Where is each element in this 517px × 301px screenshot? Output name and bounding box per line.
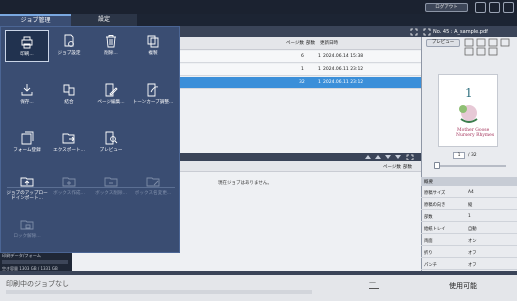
form-register-button[interactable]: フォーム登録 [5, 127, 49, 159]
printer-status: 使用可能 [449, 282, 477, 290]
detail-row: 部数 1 [421, 211, 517, 222]
print-button[interactable]: 印刷... [5, 30, 49, 62]
page-total: / 32 [468, 153, 477, 158]
sort-arrows-icon[interactable] [364, 154, 416, 160]
unlock-icon [20, 220, 34, 230]
thumbnail-illustration-icon: 1 Mother Goose Nursery Rhymes [456, 86, 495, 138]
detail-row: 折り オフ [421, 247, 517, 258]
col-copies: 部数 [403, 165, 412, 170]
logout-button[interactable]: ログアウト [425, 3, 468, 12]
collapse-icon[interactable] [423, 28, 431, 36]
job-settings-button[interactable]: ジョブ設定 [47, 30, 91, 62]
status-bar-divider [0, 271, 517, 275]
print-icon [21, 36, 33, 49]
details-header: 概要 [421, 177, 517, 186]
status-placeholder: — [369, 278, 376, 286]
page-edit-icon [105, 83, 118, 97]
tone-curve-icon [147, 83, 159, 97]
print-progress-bar [6, 290, 312, 294]
box-rename-icon [146, 177, 160, 187]
page-slider-handle[interactable] [434, 162, 440, 169]
trash-icon [106, 35, 116, 48]
page-thumbnail: 1 Mother Goose Nursery Rhymes [438, 74, 498, 147]
detail-row: パンチ オフ [421, 259, 517, 270]
box-rename-button[interactable]: ボックス名変更... [131, 170, 175, 202]
job-settings-icon [64, 34, 74, 47]
svg-text:1: 1 [465, 86, 473, 100]
box-delete-button[interactable]: ボックス削除... [89, 170, 133, 202]
info-icon[interactable] [503, 2, 514, 13]
user-icon[interactable] [475, 2, 486, 13]
storage-label: 印刷データ/フォーム [2, 253, 41, 258]
document-title: No. 45 : A_sample.pdf [433, 29, 488, 35]
preview-toolbar[interactable] [464, 38, 516, 56]
detail-row: 両面 オン [421, 235, 517, 246]
help-icon[interactable] [489, 2, 500, 13]
tab-settings[interactable]: 設定 [71, 14, 137, 26]
empty-message: 現在ジョブはありません。 [218, 181, 272, 186]
storage-bar [2, 260, 68, 264]
preview-toggle-button[interactable]: プレビュー [426, 39, 460, 47]
unlock-button[interactable]: ロック解除... [5, 213, 49, 245]
col-updated: 更新日時 [320, 41, 338, 46]
box-delete-icon [104, 177, 118, 187]
page-edit-button[interactable]: ページ編集... [89, 79, 133, 111]
detail-row: 原稿の向き縦 [421, 199, 517, 210]
upload-import-icon [20, 177, 34, 187]
expand-icon[interactable] [410, 28, 418, 36]
duplicate-icon [147, 35, 159, 48]
tone-curve-button[interactable]: トーンカーブ調整... [131, 79, 175, 111]
duplicate-button[interactable]: 複製 [131, 30, 175, 62]
detail-row: 給紙トレイ 自動 [421, 223, 517, 234]
merge-icon [63, 84, 75, 96]
delete-button[interactable]: 削除... [89, 30, 133, 62]
print-status: 印刷中のジョブなし [6, 280, 69, 288]
status-placeholder-line [369, 288, 379, 289]
col-pages: ページ数 [286, 41, 304, 46]
detail-row: 原稿サイズ A4 [421, 187, 517, 198]
save-button[interactable]: 保存... [5, 79, 49, 111]
export-icon [62, 133, 75, 144]
job-upload-import-button[interactable]: ジョブのアップロー ドインポート... [5, 170, 49, 210]
box-create-icon [62, 177, 76, 187]
save-icon [21, 84, 33, 96]
form-register-icon [21, 131, 34, 145]
col-pages: ページ数 [383, 165, 401, 170]
merge-button[interactable]: 結合 [47, 79, 91, 111]
preview-button[interactable]: プレビュー [89, 127, 133, 159]
job-menu: 印刷... ジョブ設定 削除... 複製 保存... 結合 ページ編集... ト… [0, 26, 180, 253]
page-number-input[interactable]: 1 [453, 152, 465, 159]
svg-text:Nursery Rhymes: Nursery Rhymes [456, 132, 495, 138]
export-button[interactable]: エクスポート... [47, 127, 91, 159]
preview-icon [105, 131, 118, 145]
box-create-button[interactable]: ボックス作成... [47, 170, 91, 202]
status-bar [0, 271, 517, 301]
page-slider[interactable] [436, 165, 506, 167]
col-copies: 部数 [306, 41, 315, 46]
tab-job-management[interactable]: ジョブ管理 [0, 14, 71, 26]
